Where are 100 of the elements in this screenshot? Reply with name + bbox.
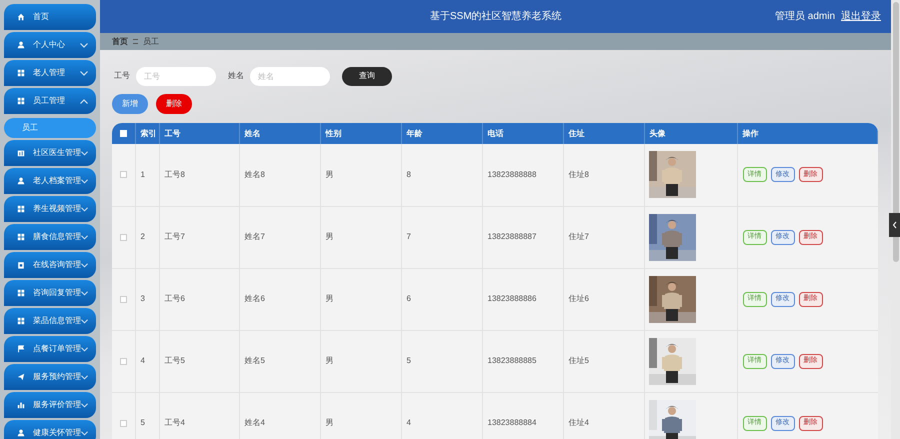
sidebar-item[interactable]: 服务预约管理 [4, 364, 96, 390]
table-cell: 13823888886 [488, 294, 536, 303]
search-field[interactable]: 工号 [136, 66, 216, 86]
chart-icon [17, 149, 25, 157]
table-cell: 工号4 [164, 418, 185, 427]
row-checkbox[interactable] [120, 296, 127, 302]
sidebar-item[interactable]: 老人管理 [4, 60, 96, 86]
sidebar-label: 员工管理 [33, 95, 65, 107]
sidebar-label: 膳食信息管理 [33, 231, 81, 243]
sidebar-label: 养生视频管理 [33, 203, 81, 215]
table-cell: 住址8 [568, 170, 589, 179]
bar-chart-icon [17, 401, 25, 409]
person-icon [17, 41, 25, 49]
table-cell: 住址7 [568, 232, 589, 241]
separator-icon [133, 39, 138, 44]
grid-icon [17, 97, 25, 105]
table-cell: 姓名6 [244, 294, 265, 303]
logout-link[interactable]: 退出登录 [841, 9, 881, 24]
table-cell: 1 [140, 170, 145, 179]
grid-icon [17, 233, 25, 241]
column-header: 年龄 [406, 128, 422, 138]
table-cell: 男 [326, 294, 334, 303]
grid-icon [17, 205, 25, 213]
grid-icon [17, 69, 25, 77]
table-cell: 13823888887 [488, 232, 536, 241]
table-cell: 13823888885 [488, 356, 536, 365]
table-cell: 住址5 [568, 356, 589, 365]
submenu-item[interactable]: 员工 [4, 118, 96, 138]
sidebar-item[interactable]: 健康关怀管理 [4, 420, 96, 439]
sidebar-item[interactable]: 个人中心 [4, 32, 96, 58]
table-cell: 男 [326, 232, 334, 241]
table-cell: 3 [140, 294, 145, 303]
table-cell: 工号6 [164, 294, 185, 303]
field-label: 姓名 [228, 70, 244, 82]
flag-icon [17, 345, 25, 353]
table-cell: 4 [140, 356, 145, 365]
table-cell: 住址4 [568, 418, 589, 427]
table-cell: 工号8 [164, 170, 185, 179]
row-checkbox[interactable] [120, 420, 127, 426]
sidebar-label: 点餐订单管理 [33, 343, 81, 355]
clipboard-icon [17, 261, 25, 269]
select-all-checkbox[interactable] [120, 130, 127, 137]
table-cell: 7 [406, 232, 411, 241]
sidebar-item[interactable]: 膳食信息管理 [4, 224, 96, 250]
table-cell: 姓名8 [244, 170, 265, 179]
sidebar-item[interactable]: 点餐订单管理 [4, 336, 96, 362]
column-header: 工号 [164, 128, 180, 138]
column-header: 操作 [742, 128, 758, 138]
sidebar-item[interactable]: 首页 [4, 4, 96, 30]
scrollbar[interactable] [892, 2, 898, 262]
sidebar-label: 服务评价管理 [33, 399, 81, 411]
chevron-left-icon [892, 221, 898, 229]
sidebar-item[interactable]: 社区医生管理 [4, 140, 96, 166]
breadcrumb-item[interactable]: 员工 [143, 36, 159, 48]
sidebar-label: 老人管理 [33, 67, 65, 79]
sidebar-item[interactable]: 菜品信息管理 [4, 308, 96, 334]
table-cell: 男 [326, 418, 334, 427]
sidebar-label: 在线咨询管理 [33, 259, 81, 271]
table-cell: 2 [140, 232, 145, 241]
breadcrumb-item[interactable]: 首页 [112, 36, 128, 48]
sidebar-item[interactable]: 服务评价管理 [4, 392, 96, 418]
sidebar-label: 老人档案管理 [33, 175, 81, 187]
table-cell: 4 [406, 418, 411, 427]
search-button[interactable]: 查询 [342, 66, 392, 86]
table-cell: 姓名7 [244, 232, 265, 241]
table-cell: 13823888888 [488, 170, 536, 179]
sidebar-label: 健康关怀管理 [33, 427, 81, 439]
table-cell: 姓名5 [244, 356, 265, 365]
sidebar-label: 菜品信息管理 [33, 315, 81, 327]
app-title: 基于SSM的社区智慧养老系统 [430, 10, 562, 24]
column-header: 头像 [650, 128, 666, 138]
row-checkbox[interactable] [120, 358, 127, 364]
sidebar-label: 个人中心 [33, 39, 65, 51]
collapse-handle[interactable] [889, 213, 900, 237]
person-icon [17, 429, 25, 437]
row-checkbox[interactable] [120, 171, 127, 178]
table-cell: 工号5 [164, 356, 185, 365]
table-cell: 5 [140, 418, 145, 427]
column-header: 电话 [488, 128, 504, 138]
delete-button[interactable]: 删除 [156, 94, 192, 114]
column-header: 性别 [326, 128, 342, 138]
sidebar-label: 服务预约管理 [33, 371, 81, 383]
table-cell: 男 [326, 356, 334, 365]
table-cell: 8 [406, 170, 411, 179]
row-checkbox[interactable] [120, 234, 127, 240]
table-cell: 男 [326, 170, 334, 179]
sidebar-item[interactable]: 员工管理 [4, 88, 96, 114]
sidebar-item[interactable]: 在线咨询管理 [4, 252, 96, 278]
field-label: 工号 [114, 70, 130, 82]
search-field[interactable]: 姓名 [250, 66, 330, 86]
user-label: 管理员 admin [774, 10, 835, 24]
table-cell: 6 [406, 294, 411, 303]
sidebar-item[interactable]: 养生视频管理 [4, 196, 96, 222]
column-header: 住址 [568, 128, 584, 138]
sidebar-item[interactable]: 老人档案管理 [4, 168, 96, 194]
table-cell: 13823888884 [488, 418, 536, 427]
column-header: 索引 [140, 128, 156, 138]
add-button[interactable]: 新增 [112, 94, 148, 114]
table-cell: 5 [406, 356, 411, 365]
sidebar-item[interactable]: 咨询回复管理 [4, 280, 96, 306]
